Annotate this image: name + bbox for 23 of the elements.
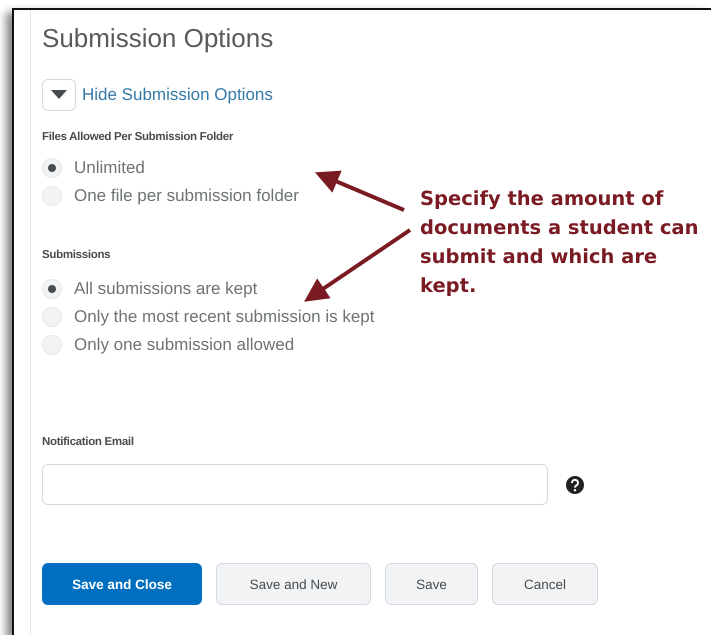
field-label: Notification Email	[42, 436, 134, 448]
radio-label: Unlimited	[74, 158, 145, 178]
radio-button[interactable]	[42, 279, 62, 299]
button[interactable]: Save and New	[216, 563, 371, 605]
page-title: Submission Options	[42, 22, 274, 55]
email-field[interactable]	[42, 464, 548, 505]
button[interactable]: Save	[385, 563, 478, 605]
radio-button[interactable]	[42, 335, 62, 355]
radio-button[interactable]	[42, 158, 62, 178]
callout-text: Specify the amount of documents a student can submit and which are kept.	[420, 186, 700, 299]
hide-options-link[interactable]: Hide Submission Options	[82, 85, 273, 105]
primary-button[interactable]: Save and Close	[42, 563, 202, 605]
group-label: Files Allowed Per Submission Folder	[42, 131, 234, 143]
radio-button[interactable]	[42, 186, 62, 206]
radio-label: Only the most recent submission is kept	[74, 307, 374, 327]
radio-label: All submissions are kept	[74, 279, 258, 299]
caret-icon	[51, 90, 67, 100]
group-label: Submissions	[42, 249, 110, 261]
radio-label: Only one submission allowed	[74, 335, 294, 355]
radio-button[interactable]	[42, 307, 62, 327]
button[interactable]: Cancel	[492, 563, 598, 605]
radio-label: One file per submission folder	[74, 186, 299, 206]
toggle-button[interactable]	[42, 79, 76, 111]
